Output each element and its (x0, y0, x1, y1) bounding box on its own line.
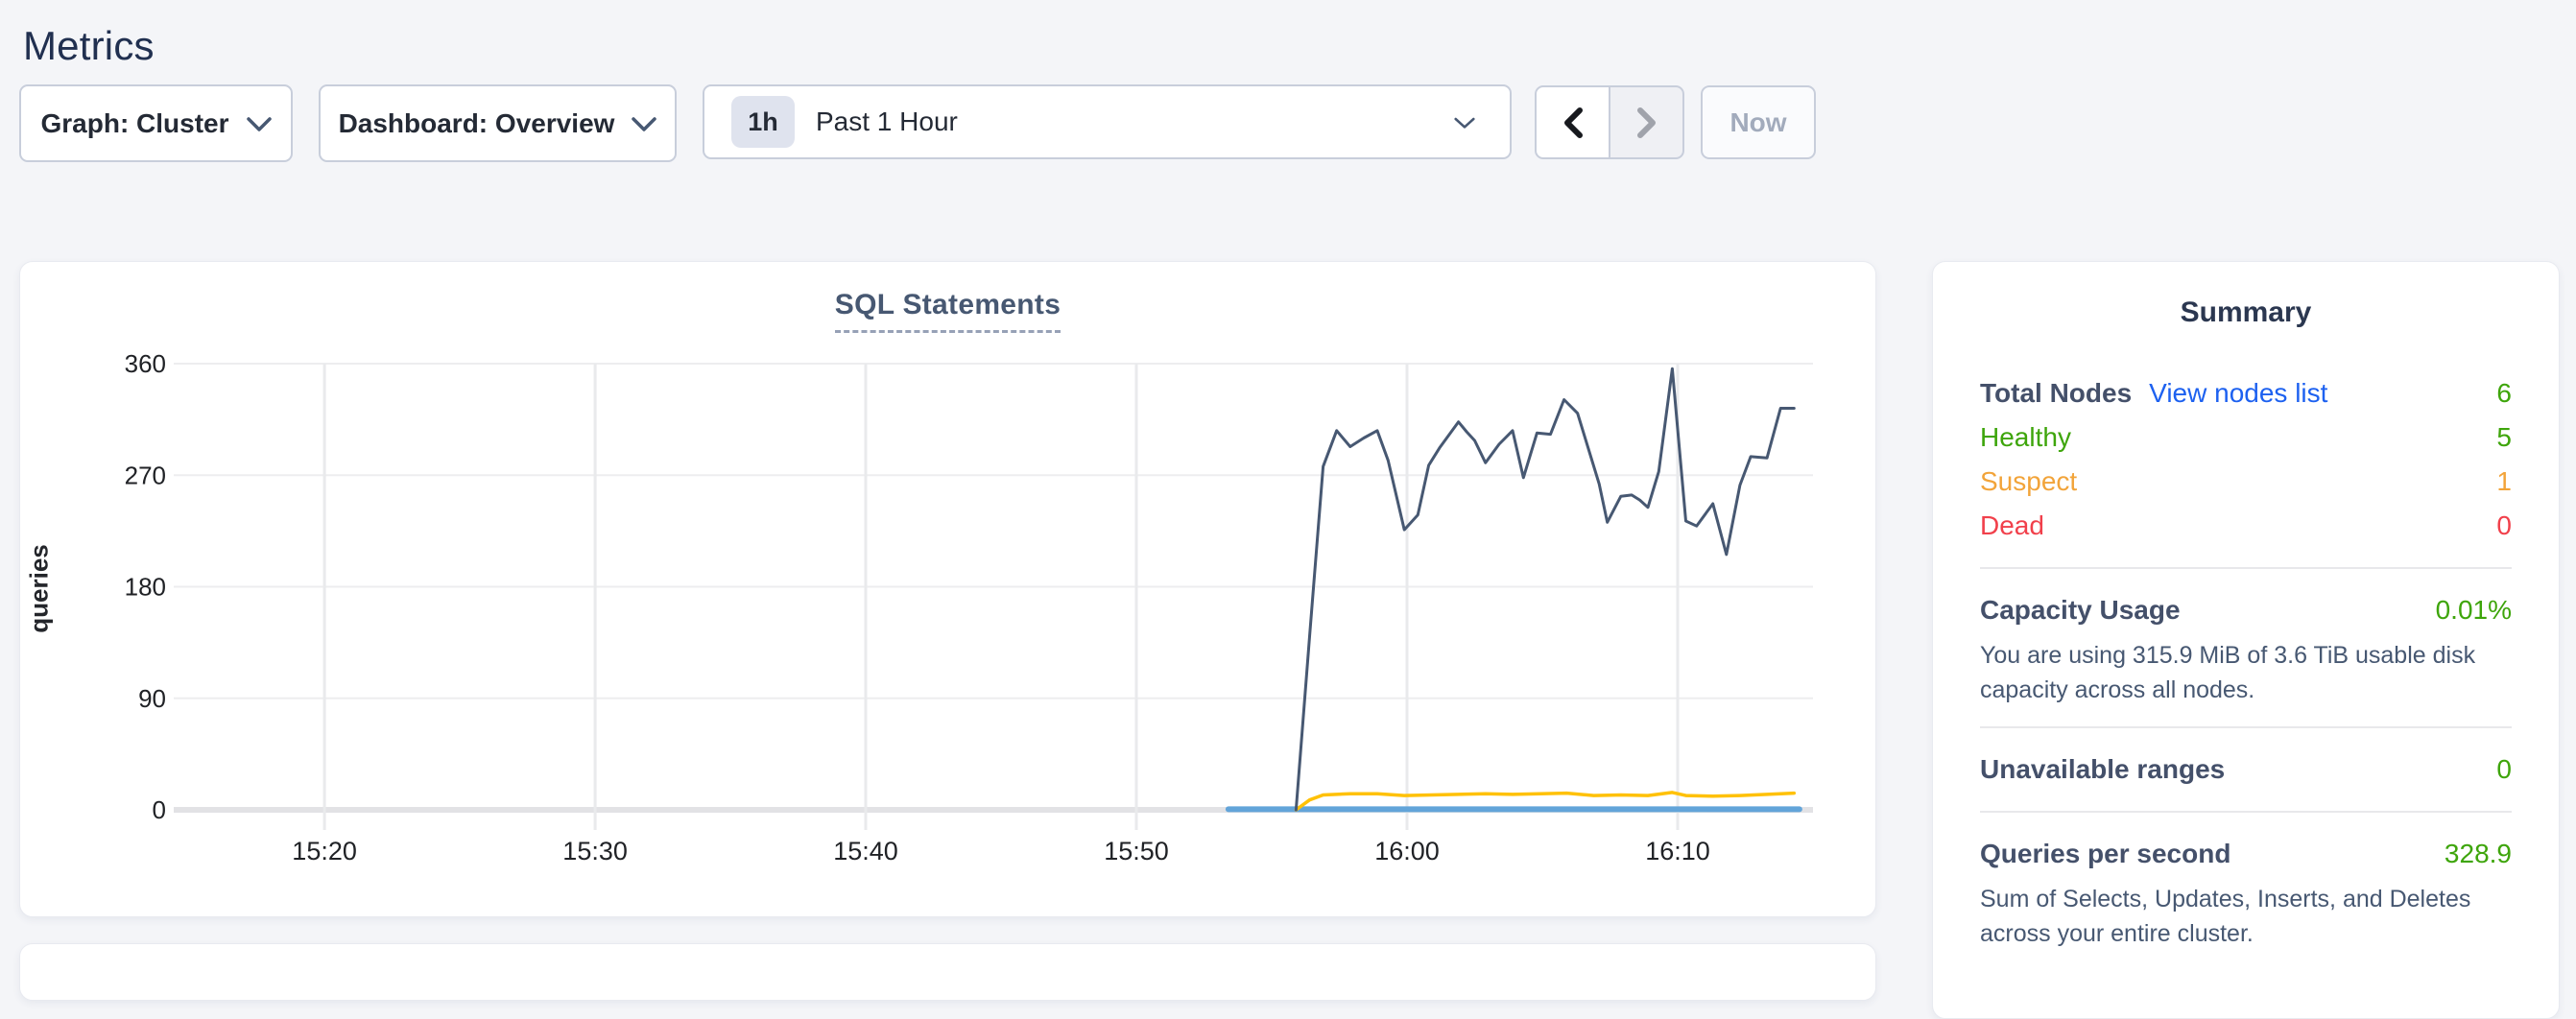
suspect-value: 1 (2496, 466, 2512, 497)
dead-label: Dead (1980, 510, 2044, 541)
now-button-label: Now (1729, 107, 1786, 138)
capacity-usage-value: 0.01% (2436, 595, 2512, 626)
unavailable-ranges-section: Unavailable ranges 0 (1980, 747, 2512, 792)
chevron-left-icon (1562, 107, 1585, 139)
svg-text:15:50: 15:50 (1104, 837, 1169, 865)
next-time-button[interactable] (1610, 85, 1684, 159)
capacity-section: Capacity Usage 0.01% You are using 315.9… (1980, 588, 2512, 707)
suspect-label: Suspect (1980, 466, 2077, 497)
view-nodes-list-link[interactable]: View nodes list (2149, 378, 2327, 409)
chevron-down-icon (632, 117, 656, 133)
total-nodes-value: 6 (2496, 378, 2512, 409)
dead-value: 0 (2496, 510, 2512, 541)
svg-text:15:20: 15:20 (292, 837, 357, 865)
svg-text:0: 0 (153, 795, 166, 824)
healthy-nodes-row: Healthy 5 (1980, 415, 2512, 460)
healthy-value: 5 (2496, 422, 2512, 453)
svg-text:270: 270 (125, 461, 166, 489)
graph-dropdown-label: Graph: Cluster (40, 108, 228, 139)
divider (1980, 567, 2512, 569)
svg-text:15:30: 15:30 (562, 837, 628, 865)
sql-statements-chart-card: SQL Statements queries 09018027036015:20… (19, 261, 1876, 917)
capacity-usage-label: Capacity Usage (1980, 595, 2181, 626)
chevron-down-icon (247, 117, 272, 133)
queries-per-second-label: Queries per second (1980, 839, 2230, 869)
queries-per-second-value: 328.9 (2445, 839, 2512, 869)
chevron-down-icon (1454, 117, 1475, 131)
suspect-nodes-row: Suspect 1 (1980, 460, 2512, 504)
summary-title: Summary (1980, 296, 2512, 329)
queries-per-second-description: Sum of Selects, Updates, Inserts, and De… (1980, 882, 2512, 951)
svg-text:15:40: 15:40 (833, 837, 898, 865)
svg-text:16:10: 16:10 (1645, 837, 1710, 865)
qps-section: Queries per second 328.9 Sum of Selects,… (1980, 832, 2512, 951)
total-nodes-row: Total Nodes View nodes list 6 (1980, 371, 2512, 415)
graph-dropdown[interactable]: Graph: Cluster (19, 84, 293, 162)
sql-statements-chart[interactable]: 0 90 180 270 360 15:20 15:30 15:40 15:50 16:00 16:… (20, 262, 1877, 918)
time-step-group (1535, 85, 1684, 159)
dashboard-dropdown-label: Dashboard: Overview (339, 108, 615, 139)
dead-nodes-row: Dead 0 (1980, 504, 2512, 548)
time-range-dropdown[interactable]: 1h Past 1 Hour (703, 84, 1512, 159)
time-range-label: Past 1 Hour (816, 107, 958, 137)
summary-panel: Summary Total Nodes View nodes list 6 He… (1932, 261, 2560, 1019)
time-window-badge: 1h (731, 96, 795, 148)
total-nodes-label: Total Nodes (1980, 378, 2132, 409)
chevron-right-icon (1635, 107, 1658, 139)
svg-text:90: 90 (138, 684, 166, 713)
healthy-label: Healthy (1980, 422, 2071, 453)
now-button[interactable]: Now (1701, 85, 1816, 159)
unavailable-ranges-value: 0 (2496, 754, 2512, 785)
svg-text:16:00: 16:00 (1374, 837, 1440, 865)
nodes-section: Total Nodes View nodes list 6 Healthy 5 … (1980, 371, 2512, 548)
dashboard-dropdown[interactable]: Dashboard: Overview (319, 84, 677, 162)
next-chart-card-partial (19, 943, 1876, 1001)
unavailable-ranges-label: Unavailable ranges (1980, 754, 2225, 785)
divider (1980, 726, 2512, 728)
svg-text:360: 360 (125, 349, 166, 378)
previous-time-button[interactable] (1535, 85, 1610, 159)
capacity-usage-description: You are using 315.9 MiB of 3.6 TiB usabl… (1980, 638, 2512, 707)
svg-text:180: 180 (125, 573, 166, 602)
page-title: Metrics (23, 23, 155, 69)
divider (1980, 811, 2512, 813)
